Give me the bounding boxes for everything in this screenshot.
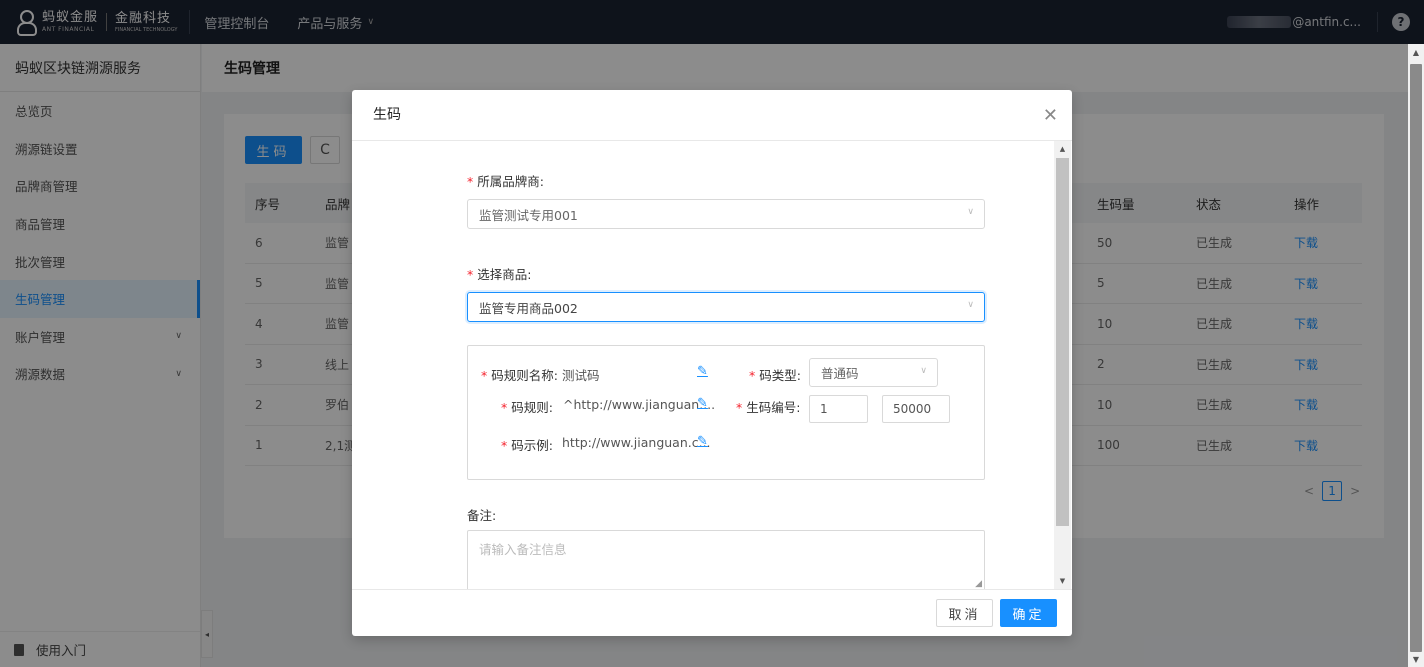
dialog-header: 生码 ✕ — [352, 90, 1072, 141]
rule-name-label: * 码规则名称: — [481, 365, 558, 384]
dialog-scrollbar[interactable]: ▲ ▼ — [1054, 141, 1071, 589]
scrollbar-thumb[interactable] — [1410, 64, 1422, 652]
serial-from-input[interactable]: 1 — [809, 395, 868, 423]
confirm-button[interactable]: 确定 — [1000, 599, 1057, 627]
dialog-body: * 所属品牌商: 监管测试专用001 ∨ * 选择商品: 监管专用商品002 ∨ *… — [352, 141, 1072, 589]
rule-value: ^http://www.jianguan.... — [563, 397, 716, 412]
edit-icon[interactable]: ✎ — [697, 396, 708, 411]
remark-placeholder: 请输入备注信息 — [479, 542, 567, 557]
resize-handle-icon[interactable]: ◢ — [975, 579, 982, 589]
required-mark: * — [467, 174, 474, 189]
code-type-label: * 码类型: — [749, 365, 801, 384]
serial-to-input[interactable]: 50000 — [882, 395, 950, 423]
example-label: * 码示例: — [501, 435, 553, 454]
serial-label: * 生码编号: — [736, 397, 800, 416]
brand-select[interactable]: 监管测试专用001 ∨ — [467, 199, 985, 229]
remark-textarea[interactable]: 请输入备注信息 ◢ — [467, 530, 985, 589]
edit-icon[interactable]: ✎ — [697, 364, 708, 379]
chevron-down-icon: ∨ — [967, 300, 974, 310]
code-type-value: 普通码 — [821, 366, 859, 381]
code-rule-box: * 码规则名称: 测试码 ✎ * 码规则: ^http://www.jianguan… — [467, 345, 985, 480]
required-mark: * — [467, 267, 474, 282]
edit-icon[interactable]: ✎ — [697, 434, 708, 449]
brand-field-label: * 所属品牌商: — [467, 171, 544, 190]
serial-label-text: 生码编号: — [746, 400, 801, 415]
required-mark: * — [736, 400, 743, 415]
scroll-down-icon[interactable]: ▼ — [1408, 651, 1424, 667]
scroll-up-icon[interactable]: ▲ — [1408, 44, 1424, 60]
product-label-text: 选择商品: — [477, 267, 532, 282]
scroll-down-icon[interactable]: ▼ — [1054, 573, 1071, 589]
remark-label: 备注: — [467, 508, 497, 523]
dialog-footer: 取消 确定 — [352, 589, 1072, 636]
generate-code-dialog: 生码 ✕ * 所属品牌商: 监管测试专用001 ∨ * 选择商品: 监管专用商品00… — [352, 90, 1072, 636]
rule-label-text: 码规则: — [511, 400, 553, 415]
cancel-button[interactable]: 取消 — [936, 599, 993, 627]
rule-name-value: 测试码 — [562, 368, 600, 383]
brand-label-text: 所属品牌商: — [477, 174, 544, 189]
scrollbar-thumb[interactable] — [1056, 158, 1069, 526]
close-icon[interactable]: ✕ — [1043, 90, 1058, 141]
code-type-label-text: 码类型: — [759, 368, 801, 383]
rule-name-label-text: 码规则名称: — [491, 368, 558, 383]
page-scrollbar[interactable]: ▲ ▼ — [1408, 44, 1424, 667]
required-mark: * — [501, 438, 508, 453]
required-mark: * — [501, 400, 508, 415]
example-value: http://www.jianguan.c... — [562, 435, 711, 450]
scroll-up-icon[interactable]: ▲ — [1054, 141, 1071, 157]
rule-label: * 码规则: — [501, 397, 553, 416]
example-label-text: 码示例: — [511, 438, 553, 453]
product-select-value: 监管专用商品002 — [479, 300, 578, 316]
code-type-select[interactable]: 普通码 ∨ — [809, 358, 938, 387]
product-select[interactable]: 监管专用商品002 ∨ — [467, 292, 985, 322]
chevron-down-icon: ∨ — [967, 207, 974, 217]
product-field-label: * 选择商品: — [467, 264, 531, 283]
required-mark: * — [481, 368, 488, 383]
brand-select-value: 监管测试专用001 — [479, 207, 578, 223]
chevron-down-icon: ∨ — [920, 366, 927, 376]
dialog-title: 生码 — [373, 107, 401, 123]
required-mark: * — [749, 368, 756, 383]
